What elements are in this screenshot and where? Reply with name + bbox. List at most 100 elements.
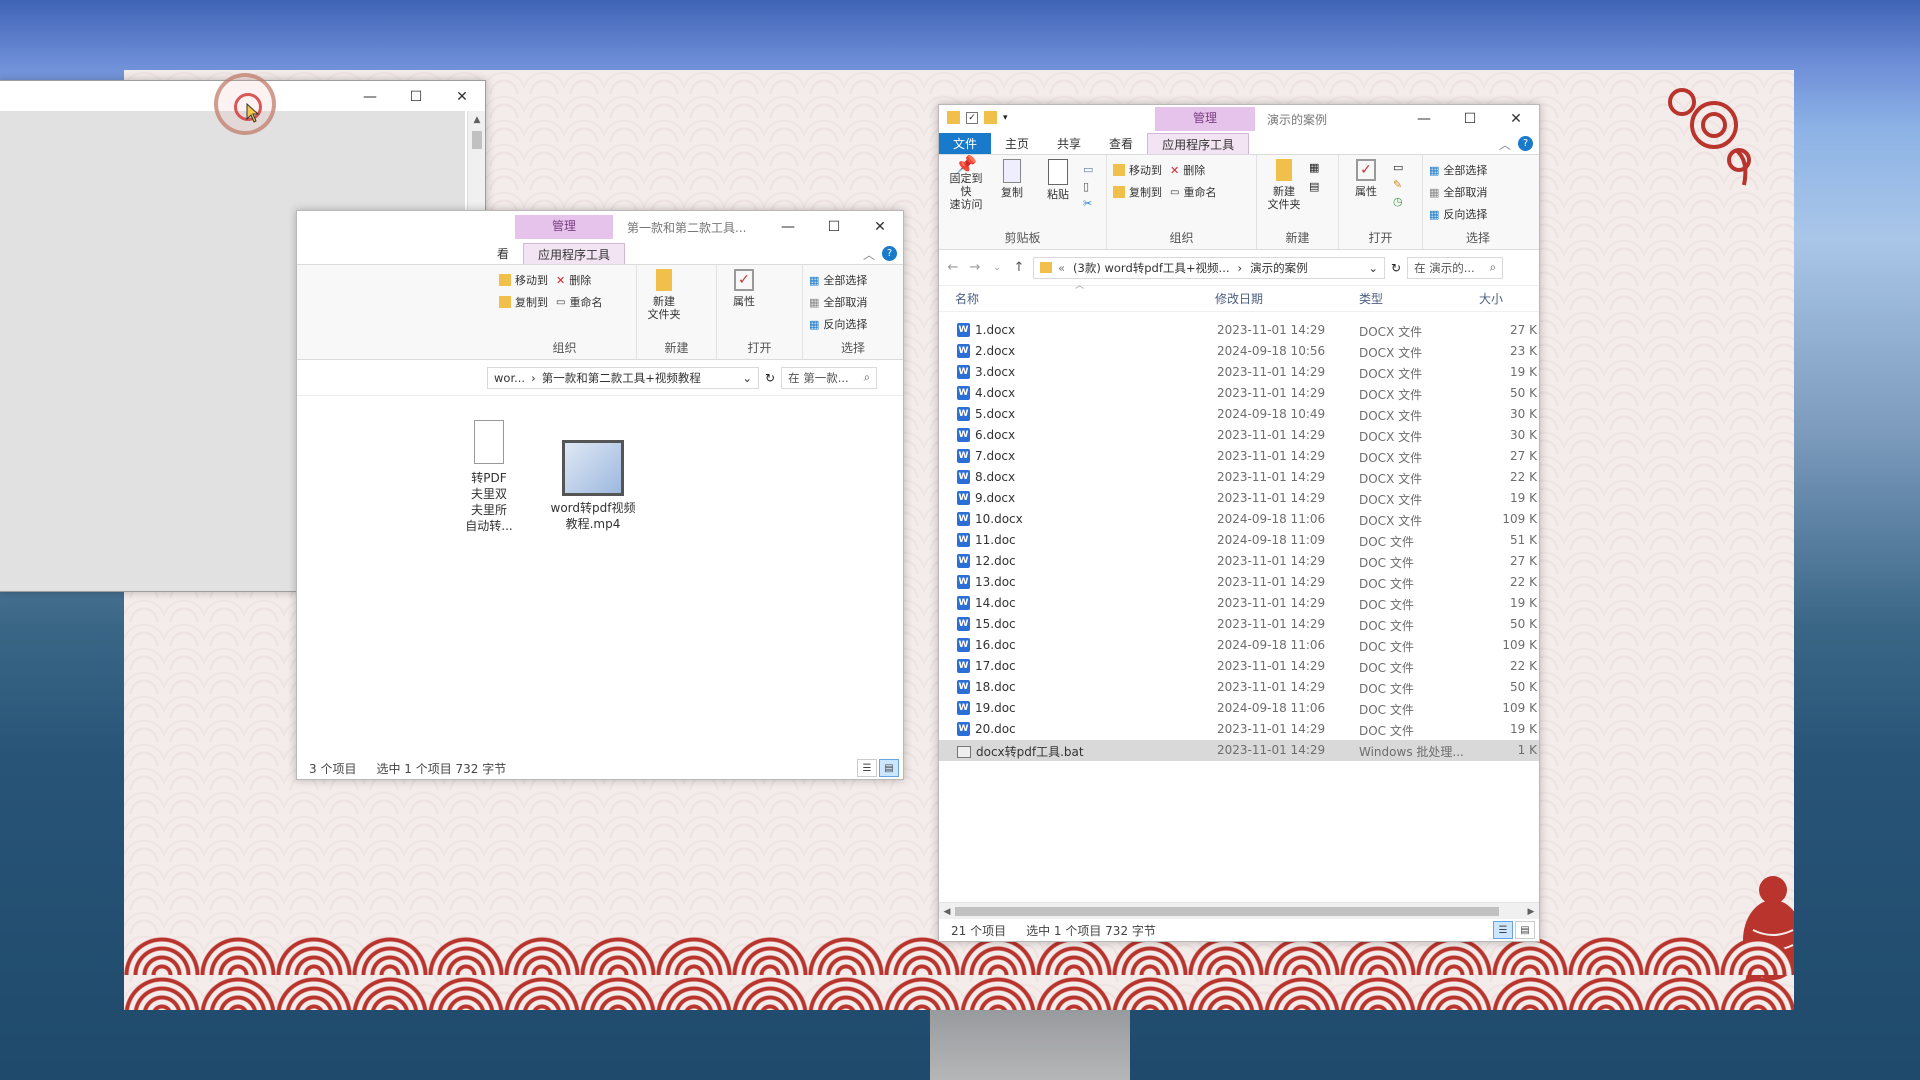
explorer-window-demo[interactable]: ✓ ▾ 管理 演示的案例 — ☐ ✕ 文件 主页 共享 查看 应用程序工具 ︿ … bbox=[938, 104, 1540, 942]
history-icon[interactable]: ◷ bbox=[1393, 195, 1403, 208]
maximize-button[interactable]: ☐ bbox=[811, 211, 857, 243]
minimize-button[interactable]: — bbox=[765, 211, 811, 243]
select-all-button[interactable]: ▦ 全部选择 bbox=[1429, 159, 1527, 181]
rename-button[interactable]: ▭ 重命名 bbox=[1170, 181, 1216, 203]
breadcrumb-overflow-icon[interactable]: « bbox=[1058, 261, 1065, 275]
table-row[interactable]: W 1.docx 2023-11-01 14:29 DOCX 文件 27 K bbox=[939, 320, 1539, 341]
maximize-button[interactable]: ☐ bbox=[1447, 105, 1493, 133]
details-view-button[interactable]: ☰ bbox=[857, 759, 877, 777]
refresh-icon[interactable]: ↻ bbox=[1391, 261, 1401, 275]
table-row[interactable]: W 14.doc 2023-11-01 14:29 DOC 文件 19 K bbox=[939, 593, 1539, 614]
column-header-type[interactable]: 类型 bbox=[1359, 286, 1383, 312]
properties-button[interactable]: ✓ 属性 bbox=[723, 269, 765, 308]
table-row[interactable]: W 11.doc 2024-09-18 11:09 DOC 文件 51 K bbox=[939, 530, 1539, 551]
table-row[interactable]: W 17.doc 2023-11-01 14:29 DOC 文件 22 K bbox=[939, 656, 1539, 677]
scrollbar-thumb[interactable] bbox=[472, 131, 482, 149]
help-icon[interactable]: ? bbox=[1518, 136, 1533, 151]
search-input[interactable]: 在 演示的... ⌕ bbox=[1407, 256, 1504, 279]
file-item[interactable]: 转PDF 夫里双 夫里所 自动转... bbox=[449, 420, 529, 534]
scroll-left-arrow-icon[interactable]: ◀ bbox=[939, 903, 955, 920]
column-header-size[interactable]: 大小 bbox=[1479, 286, 1503, 312]
file-item-video[interactable]: word转pdf视频 教程.mp4 bbox=[545, 440, 641, 532]
edit-icon[interactable]: ✎ bbox=[1393, 178, 1403, 191]
table-row[interactable]: W 18.doc 2023-11-01 14:29 DOC 文件 50 K bbox=[939, 677, 1539, 698]
details-view-button[interactable]: ☰ bbox=[1493, 921, 1513, 939]
copy-to-button[interactable]: 复制到 bbox=[499, 291, 548, 313]
table-row[interactable]: docx转pdf工具.bat 2023-11-01 14:29 Windows 批处… bbox=[939, 740, 1539, 761]
table-row[interactable]: W 6.docx 2023-11-01 14:29 DOCX 文件 30 K bbox=[939, 425, 1539, 446]
breadcrumb-parent[interactable]: (3款) word转pdf工具+视频... bbox=[1073, 260, 1229, 276]
new-folder-icon[interactable] bbox=[984, 111, 997, 124]
invert-selection-button[interactable]: ▦ 反向选择 bbox=[1429, 203, 1527, 225]
column-header-date[interactable]: 修改日期 bbox=[1215, 286, 1263, 312]
tab-home[interactable]: 主页 bbox=[991, 133, 1043, 154]
tab-file[interactable]: 文件 bbox=[939, 133, 992, 154]
table-row[interactable]: W 15.doc 2023-11-01 14:29 DOC 文件 50 K bbox=[939, 614, 1539, 635]
breadcrumb-current[interactable]: 第一款和第二款工具+视频教程 bbox=[542, 370, 701, 386]
scroll-right-arrow-icon[interactable]: ▶ bbox=[1523, 903, 1539, 920]
copy-path-icon[interactable]: ▭ bbox=[1083, 163, 1093, 176]
search-input[interactable]: 在 第一款... ⌕ bbox=[781, 366, 878, 389]
chevron-down-icon[interactable]: ⌄ bbox=[1368, 261, 1378, 275]
column-header-name[interactable]: 名称 bbox=[955, 286, 979, 312]
address-bar[interactable]: « (3款) word转pdf工具+视频... › 演示的案例 ⌄ bbox=[1033, 256, 1385, 279]
invert-selection-button[interactable]: ▦ 反向选择 bbox=[809, 313, 897, 335]
select-none-button[interactable]: ▦ 全部取消 bbox=[1429, 181, 1527, 203]
tab-view[interactable]: 查看 bbox=[1095, 133, 1147, 154]
table-row[interactable]: W 9.docx 2023-11-01 14:29 DOCX 文件 19 K bbox=[939, 488, 1539, 509]
scroll-up-arrow-icon[interactable]: ▲ bbox=[468, 111, 486, 129]
breadcrumb-current[interactable]: 演示的案例 bbox=[1250, 260, 1308, 276]
tab-share[interactable]: 共享 bbox=[1043, 133, 1095, 154]
large-icons-view-button[interactable]: ▤ bbox=[1515, 921, 1535, 939]
new-folder-button[interactable]: 新建 文件夹 bbox=[1263, 159, 1305, 211]
explorer-titlebar[interactable]: ✓ ▾ 管理 演示的案例 — ☐ ✕ bbox=[939, 105, 1539, 133]
collapse-ribbon-icon[interactable]: ︿ bbox=[863, 246, 875, 263]
select-all-button[interactable]: ▦ 全部选择 bbox=[809, 269, 897, 291]
new-item-icon[interactable]: ▦ bbox=[1309, 161, 1319, 174]
cut-icon[interactable]: ✂ bbox=[1083, 197, 1093, 210]
easy-access-icon[interactable]: ▤ bbox=[1309, 180, 1319, 193]
delete-button[interactable]: ✕ 删除 bbox=[556, 269, 602, 291]
forward-arrow-icon[interactable]: → bbox=[967, 260, 983, 275]
up-arrow-icon[interactable]: ↑ bbox=[1011, 260, 1027, 275]
refresh-icon[interactable]: ↻ bbox=[765, 371, 775, 385]
close-button[interactable]: ✕ bbox=[1493, 105, 1539, 133]
manage-tab-label[interactable]: 管理 bbox=[515, 215, 613, 239]
table-row[interactable]: W 7.docx 2023-11-01 14:29 DOCX 文件 27 K bbox=[939, 446, 1539, 467]
table-row[interactable]: W 3.docx 2023-11-01 14:29 DOCX 文件 19 K bbox=[939, 362, 1539, 383]
tab-app-tools[interactable]: 应用程序工具 bbox=[523, 243, 626, 264]
copy-to-button[interactable]: 复制到 bbox=[1113, 181, 1162, 203]
tab-app-tools[interactable]: 应用程序工具 bbox=[1147, 133, 1250, 154]
minimize-button[interactable]: — bbox=[347, 81, 393, 113]
table-row[interactable]: W 2.docx 2024-09-18 10:56 DOCX 文件 23 K bbox=[939, 341, 1539, 362]
table-row[interactable]: W 4.docx 2023-11-01 14:29 DOCX 文件 50 K bbox=[939, 383, 1539, 404]
folder-icon[interactable] bbox=[947, 111, 960, 124]
pin-quick-access-button[interactable]: 📌 固定到快 速访问 bbox=[945, 157, 987, 212]
scrollbar-thumb[interactable] bbox=[955, 907, 1499, 916]
properties-icon[interactable]: ✓ bbox=[966, 111, 978, 124]
rename-button[interactable]: ▭ 重命名 bbox=[556, 291, 602, 313]
select-none-button[interactable]: ▦ 全部取消 bbox=[809, 291, 897, 313]
close-button[interactable]: ✕ bbox=[439, 81, 485, 113]
chevron-down-icon[interactable]: ⌄ bbox=[742, 371, 752, 385]
large-icons-view-button[interactable]: ▤ bbox=[879, 759, 899, 777]
address-bar[interactable]: wor... › 第一款和第二款工具+视频教程 ⌄ bbox=[487, 366, 759, 389]
horizontal-scrollbar[interactable]: ◀ ▶ bbox=[939, 902, 1539, 919]
recent-locations-icon[interactable]: ⌄ bbox=[989, 263, 1005, 273]
back-arrow-icon[interactable]: ← bbox=[945, 260, 961, 275]
table-row[interactable]: W 12.doc 2023-11-01 14:29 DOC 文件 27 K bbox=[939, 551, 1539, 572]
table-row[interactable]: W 10.docx 2024-09-18 11:06 DOCX 文件 109 K bbox=[939, 509, 1539, 530]
collapse-ribbon-icon[interactable]: ︿ bbox=[1499, 136, 1511, 153]
table-row[interactable]: W 5.docx 2024-09-18 10:49 DOCX 文件 30 K bbox=[939, 404, 1539, 425]
help-icon[interactable]: ? bbox=[882, 246, 897, 261]
manage-tab-label[interactable]: 管理 bbox=[1155, 107, 1255, 131]
copy-button[interactable]: 复制 bbox=[991, 159, 1033, 211]
table-row[interactable]: W 20.doc 2023-11-01 14:29 DOC 文件 19 K bbox=[939, 719, 1539, 740]
table-row[interactable]: W 13.doc 2023-11-01 14:29 DOC 文件 22 K bbox=[939, 572, 1539, 593]
properties-button[interactable]: ✓ 属性 bbox=[1345, 159, 1387, 208]
file-list[interactable]: W 1.docx 2023-11-01 14:29 DOCX 文件 27 K W 2.doc… bbox=[939, 312, 1539, 761]
close-button[interactable]: ✕ bbox=[857, 211, 903, 243]
paste-shortcut-icon[interactable]: ▯ bbox=[1083, 180, 1093, 193]
delete-button[interactable]: ✕ 删除 bbox=[1170, 159, 1216, 181]
move-to-button[interactable]: 移动到 bbox=[499, 269, 548, 291]
